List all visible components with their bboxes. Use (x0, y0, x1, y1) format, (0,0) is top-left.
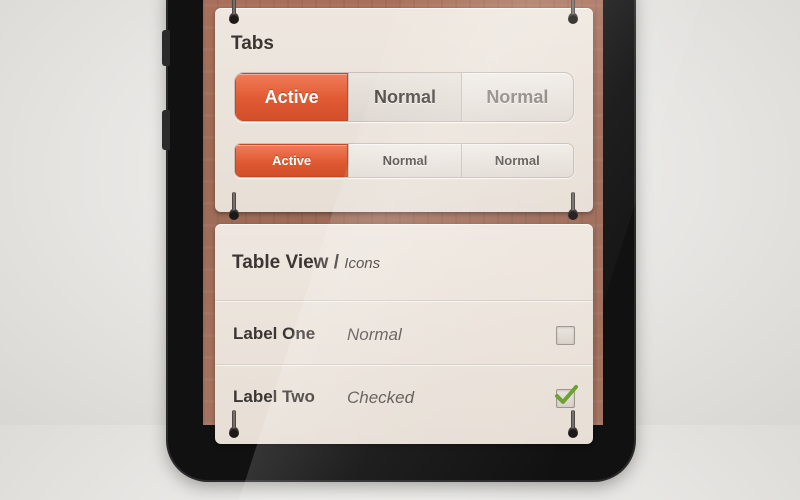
table-view-title-separator: / (333, 252, 340, 273)
binder-ring-icon (228, 410, 240, 438)
tab-normal-small[interactable]: Normal (348, 144, 460, 177)
table-view-title-text: Table View (232, 252, 329, 273)
binder-ring-icon (567, 410, 579, 438)
table-view-subtitle: Icons (344, 255, 381, 272)
row-one-label: Label One (233, 324, 316, 343)
row-two-label: Label Two (233, 387, 315, 406)
binder-ring-icon (567, 192, 579, 220)
tab-normal-large[interactable]: Normal (348, 73, 461, 121)
binder-ring-icon (228, 192, 240, 220)
mute-switch (162, 30, 170, 66)
segmented-control-small: Active Normal Normal (234, 143, 574, 178)
tabs-section-title: Tabs (231, 33, 274, 54)
binder-ring-icon (567, 0, 579, 24)
checkmark-icon (555, 385, 578, 404)
tab-active-small[interactable]: Active (235, 144, 349, 177)
binder-ring-icon (228, 0, 240, 24)
table-separator (215, 364, 593, 366)
tab-normal-small-2[interactable]: Normal (460, 144, 573, 177)
segmented-control-large: Active Normal Normal (234, 72, 574, 122)
row-one-value: Normal (347, 325, 402, 344)
row-two-value: Checked (347, 388, 415, 407)
checkbox-unchecked[interactable] (556, 326, 575, 345)
tab-normal-faded-large[interactable]: Normal (460, 73, 573, 121)
tab-active-large[interactable]: Active (235, 73, 349, 121)
table-separator (215, 300, 593, 302)
volume-button (162, 110, 170, 150)
table-view-title: Table View / Icons (232, 252, 380, 274)
